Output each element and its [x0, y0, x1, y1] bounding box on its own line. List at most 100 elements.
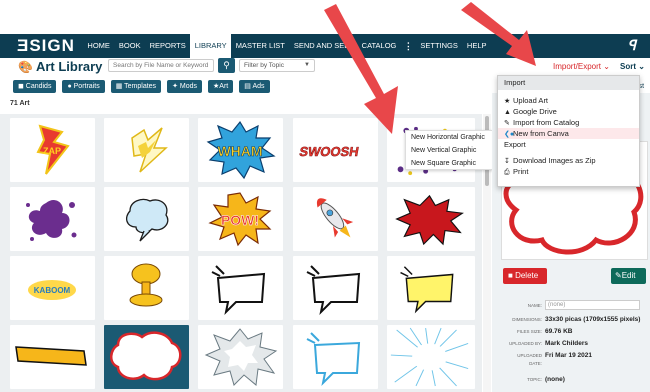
- nav-send-and-sell[interactable]: SEND AND SELL: [289, 34, 357, 58]
- brand-mark: ꟼ: [627, 37, 636, 53]
- import-export-menu[interactable]: Import/Export ⌄: [553, 62, 610, 71]
- delete-button[interactable]: ■ Delete: [503, 268, 547, 284]
- zap-text: ZAP: [43, 146, 61, 156]
- google-drive-item[interactable]: ▲ Google Drive: [498, 106, 639, 117]
- upload-art-label: Upload Art: [513, 96, 549, 105]
- sort-menu[interactable]: Sort ⌄: [620, 62, 645, 71]
- edit-icon: ✎: [615, 271, 622, 280]
- more-menu-icon[interactable]: ⋮: [401, 41, 416, 52]
- import-from-catalog-item[interactable]: ✎ Import from Catalog: [498, 117, 639, 128]
- tab-portraits-label: Portraits: [73, 83, 100, 90]
- name-label: NAME:: [527, 302, 542, 308]
- art-tile-burst-bubble-black[interactable]: [198, 256, 283, 320]
- meta-uploaded-row: UPLOADED Fri Mar 19 2021: [495, 352, 649, 359]
- uploaded-label: UPLOADED: [517, 353, 542, 358]
- tab-art[interactable]: ★Art: [208, 80, 234, 93]
- uploadedby-value: Mark Childers: [545, 340, 588, 347]
- chevron-down-icon: ⌄: [603, 62, 610, 71]
- pow-art: POW!: [208, 192, 272, 247]
- yellow-burst-bubble-art: [400, 266, 454, 314]
- art-tile-pow[interactable]: POW!: [198, 187, 283, 251]
- app-logo[interactable]: ƎSIGN: [17, 36, 75, 56]
- import-export-label: Import/Export: [553, 62, 602, 71]
- art-tile-wham[interactable]: WHAM: [198, 118, 283, 182]
- art-tile-rocket[interactable]: [293, 187, 378, 251]
- topic-filter-select[interactable]: Filter by Topic ▼: [239, 59, 315, 72]
- meta-dimensions-row: DIMENSIONS: 33x30 picas (1709x1555 pixels…: [495, 316, 649, 323]
- wham-art: WHAM: [206, 120, 276, 180]
- new-horizontal-graphic[interactable]: New Horizontal Graphic: [406, 131, 492, 144]
- art-tile-yellow-burst-bubble[interactable]: [387, 256, 475, 320]
- new-vertical-graphic[interactable]: New Vertical Graphic: [406, 144, 492, 157]
- dimensions-label: DIMENSIONS:: [512, 317, 542, 322]
- download-zip-item[interactable]: ↧ Download Images as Zip: [498, 155, 639, 166]
- new-square-graphic[interactable]: New Square Graphic: [406, 157, 492, 170]
- zap-art: ZAP: [36, 124, 70, 175]
- tab-ads[interactable]: ▤ Ads: [239, 80, 270, 93]
- date-label: DATE:: [529, 360, 542, 366]
- light-rays-art: [390, 327, 469, 387]
- art-tile-burst-bubble-outline[interactable]: [293, 256, 378, 320]
- print-item[interactable]: ⎙ Print: [498, 166, 639, 177]
- nav-settings[interactable]: SETTINGS: [416, 34, 463, 58]
- lightning-art: [131, 127, 168, 173]
- tab-templates[interactable]: ▦ Templates: [110, 80, 162, 93]
- art-icon: 🎨: [18, 60, 33, 74]
- purple-splat-art: [26, 200, 77, 241]
- trash-icon: ■: [508, 271, 513, 280]
- wham-text: WHAM: [217, 143, 262, 159]
- meta-uploadedby-row: UPLOADED BY: Mark Childers: [495, 340, 649, 347]
- art-tile-swoosh[interactable]: SWOOSH: [293, 118, 378, 182]
- mods-icon: ✦: [172, 83, 178, 90]
- art-tile-blue-burst[interactable]: [293, 325, 378, 389]
- art-tile-cloud-selected[interactable]: [104, 325, 189, 389]
- art-tile-red-burst[interactable]: [387, 187, 475, 251]
- art-tile-zap[interactable]: ZAP: [10, 118, 95, 182]
- google-drive-label: Google Drive: [513, 107, 557, 116]
- burst-bubble-black-art: [211, 265, 266, 316]
- search-button[interactable]: ⚲: [218, 58, 235, 73]
- topic-value: (none): [545, 376, 565, 383]
- chevron-down-icon: ▼: [304, 62, 310, 68]
- swoosh-art: SWOOSH: [298, 144, 360, 159]
- nav-catalog[interactable]: CATALOG: [357, 34, 401, 58]
- nav-library[interactable]: LIBRARY: [190, 34, 232, 58]
- red-burst-art: [395, 194, 464, 246]
- new-from-canva-item[interactable]: ❮●New from Canva: [498, 128, 639, 139]
- nav-book[interactable]: BOOK: [114, 34, 145, 58]
- download-zip-label: Download Images as Zip: [513, 156, 596, 165]
- tab-mods-label: Mods: [179, 83, 198, 90]
- tab-mods[interactable]: ✦ Mods: [167, 80, 203, 93]
- dimensions-value: 33x30 picas (1709x1555 pixels): [545, 316, 641, 323]
- topic-filter-placeholder: Filter by Topic: [244, 62, 284, 69]
- edit-label: Edit: [621, 271, 636, 280]
- edit-button[interactable]: ✎Edit: [611, 268, 646, 284]
- art-tile-mushroom-cloud[interactable]: [104, 256, 189, 320]
- art-tile-speech-bubble[interactable]: [104, 187, 189, 251]
- upload-art-item[interactable]: ★ Upload Art: [498, 95, 639, 106]
- print-label: Print: [513, 167, 529, 176]
- art-tile-light-rays[interactable]: [387, 325, 475, 389]
- tab-ads-label: Ads: [252, 83, 265, 90]
- nav-help[interactable]: HELP: [462, 34, 491, 58]
- import-header: Import: [498, 76, 639, 90]
- nav-master-list[interactable]: MASTER LIST: [231, 34, 289, 58]
- rocket-art: [316, 198, 354, 238]
- pow-text: POW!: [221, 212, 259, 228]
- nav-home[interactable]: HOME: [83, 34, 115, 58]
- tab-candids[interactable]: ◼ Candids: [13, 80, 57, 93]
- art-tile-yellow-bar[interactable]: [10, 325, 95, 389]
- nav-reports[interactable]: REPORTS: [145, 34, 190, 58]
- top-nav: ƎSIGN HOME BOOK REPORTS LIBRARY MASTER L…: [0, 34, 650, 58]
- art-tile-lightning[interactable]: [104, 118, 189, 182]
- search-input[interactable]: Search by File Name or Keyword: [108, 59, 214, 72]
- art-tile-halftone-burst[interactable]: [198, 325, 283, 389]
- tab-portraits[interactable]: ● Portraits: [62, 80, 105, 93]
- name-input[interactable]: (none): [545, 300, 640, 310]
- art-count: 71 Art: [10, 100, 30, 107]
- type-filter-row: ◼ Candids ● Portraits ▦ Templates ✦ Mods…: [13, 80, 270, 93]
- art-tile-kaboom[interactable]: KABOOM: [10, 256, 95, 320]
- mushroom-cloud-art: [129, 263, 163, 307]
- art-tile-purple-splat[interactable]: [10, 187, 95, 251]
- blue-burst-art: [306, 332, 361, 387]
